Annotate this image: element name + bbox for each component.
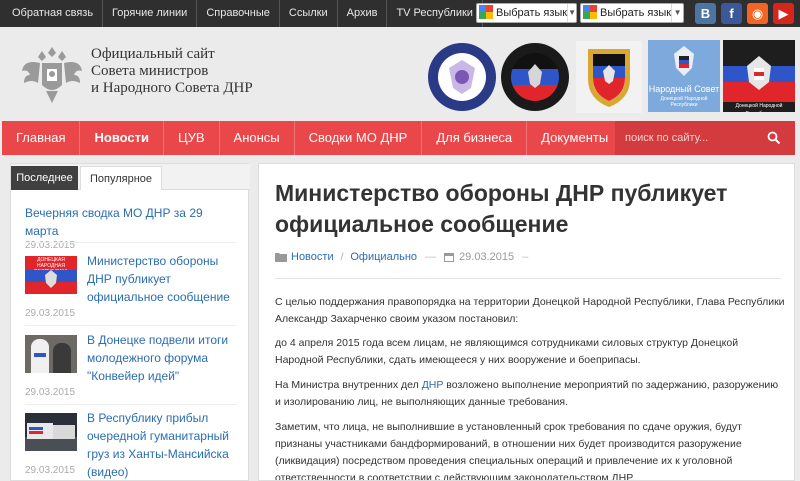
- article-meta: Новости / Официально — 29.03.2015 –: [275, 250, 536, 264]
- eagle-icon: [747, 56, 771, 90]
- chevron-down-icon: ▼: [567, 4, 576, 22]
- nav-item-home[interactable]: Главная: [2, 121, 81, 155]
- article-paragraph: С целью поддержания правопорядка на терр…: [275, 296, 785, 325]
- banner-shield[interactable]: [576, 41, 642, 113]
- top-bar: Обратная связь Горячие линии Справочные …: [0, 0, 800, 27]
- article-subcategory-link[interactable]: Официально: [350, 251, 417, 263]
- list-item: В Донецке подвели итоги молодежного фору…: [25, 331, 237, 403]
- site-header: Официальный сайт Совета министров и Наро…: [0, 27, 800, 121]
- google-icon: [583, 4, 597, 22]
- news-link[interactable]: Вечерняя сводка МО ДНР за 29 марта: [25, 204, 237, 240]
- youtube-icon[interactable]: ▶: [773, 3, 794, 24]
- banner-people-council-title: Народный Совет: [648, 84, 720, 94]
- top-link-archive[interactable]: Архив: [338, 0, 388, 27]
- news-thumbnail[interactable]: [25, 335, 77, 373]
- article-paragraph: Заметим, что лица, не выполнившие в уста…: [275, 421, 742, 481]
- language-selector-label: Выбрать язык: [496, 7, 568, 19]
- top-link-directory[interactable]: Справочные: [197, 0, 280, 27]
- folder-icon: [275, 253, 287, 262]
- top-link-feedback[interactable]: Обратная связь: [0, 0, 104, 27]
- eagle-icon: [45, 270, 57, 288]
- language-selector-label: Выбрать язык: [600, 7, 672, 19]
- paragraph-text: На Министра внутренних дел: [275, 379, 422, 391]
- list-item: Вечерняя сводка МО ДНР за 29 марта 29.03…: [25, 204, 237, 251]
- article-date: 29.03.2015: [459, 251, 515, 263]
- nav-item-announcements[interactable]: Анонсы: [220, 121, 295, 155]
- main-nav: Главная Новости ЦУВ Анонсы Сводки МО ДНР…: [2, 121, 795, 155]
- search-icon[interactable]: [767, 131, 781, 145]
- article-category-link[interactable]: Новости: [291, 251, 334, 263]
- coat-of-arms-icon[interactable]: [20, 41, 84, 107]
- divider: [25, 325, 237, 326]
- article-paragraph: На Министра внутренних дел ДНР возложено…: [275, 377, 785, 411]
- banner-people-council-subtitle: Донецкой Народной Республики: [660, 96, 708, 108]
- nav-item-business[interactable]: Для бизнеса: [422, 121, 528, 155]
- search-input[interactable]: [625, 130, 765, 146]
- news-date: 29.03.2015: [25, 308, 76, 319]
- vk-icon[interactable]: B: [695, 3, 716, 24]
- banner-republic-flag[interactable]: Донецкой Народной Республики: [723, 40, 795, 112]
- dnr-link[interactable]: ДНР: [422, 379, 444, 391]
- site-title-line: Официальный сайт: [91, 46, 215, 62]
- tab-latest[interactable]: Последнее: [11, 166, 78, 190]
- article: Министерство обороны ДНР публикует офици…: [258, 163, 795, 481]
- google-icon: [479, 4, 493, 22]
- news-link[interactable]: В Республику прибыл очередной гуманитарн…: [87, 409, 237, 481]
- article-title: Министерство обороны ДНР публикует офици…: [275, 180, 728, 237]
- tab-popular[interactable]: Популярное: [80, 166, 162, 190]
- top-link-hotlines[interactable]: Горячие линии: [103, 0, 198, 27]
- news-date: 29.03.2015: [25, 387, 76, 398]
- nav-item-mo-reports[interactable]: Сводки МО ДНР: [295, 121, 423, 155]
- separator: –: [522, 251, 529, 263]
- top-links: Обратная связь Горячие линии Справочные …: [0, 0, 483, 27]
- banner-republic-flag-caption: Донецкой Народной Республики: [735, 103, 783, 112]
- language-selector-1[interactable]: Выбрать язык ▼: [476, 3, 577, 23]
- nav-item-news[interactable]: Новости: [80, 121, 164, 155]
- news-link[interactable]: В Донецке подвели итоги молодежного фору…: [87, 331, 237, 385]
- separator: /: [340, 251, 344, 263]
- news-thumbnail[interactable]: [25, 413, 77, 451]
- divider: [275, 278, 781, 279]
- site-title[interactable]: Официальный сайт Совета министров и Наро…: [91, 46, 253, 97]
- site-title-line: Совета министров: [91, 63, 209, 79]
- list-item: В Республику прибыл очередной гуманитарн…: [25, 409, 237, 481]
- divider: [25, 404, 237, 405]
- site-title-line: и Народного Совета ДНР: [91, 80, 253, 96]
- facebook-icon[interactable]: f: [721, 3, 742, 24]
- flag-thumbnail-text: ДОНЕЦКАЯ НАРОДНАЯ РЕСПУБЛИКА: [25, 256, 77, 275]
- calendar-icon: [444, 253, 455, 262]
- divider: [25, 242, 237, 243]
- rss-icon[interactable]: ◉: [747, 3, 768, 24]
- sidebar: Последнее Популярное Вечерняя сводка МО …: [10, 163, 250, 481]
- separator: —: [425, 251, 437, 263]
- top-link-tv[interactable]: TV Республики: [387, 0, 483, 27]
- chevron-down-icon: ▼: [671, 4, 683, 22]
- news-thumbnail[interactable]: ДОНЕЦКАЯ НАРОДНАЯ РЕСПУБЛИКА: [25, 256, 77, 294]
- article-paragraph: до 4 апреля 2015 года всем лицам, не явл…: [275, 337, 739, 366]
- top-link-links[interactable]: Ссылки: [280, 0, 338, 27]
- banner-people-council[interactable]: Народный Совет Донецкой Народной Республ…: [648, 40, 720, 112]
- news-date: 29.03.2015: [25, 465, 76, 476]
- news-link[interactable]: Министерство обороны ДНР публикует офици…: [87, 252, 237, 306]
- sidebar-tabs: Последнее Популярное: [11, 164, 250, 190]
- list-item: ДОНЕЦКАЯ НАРОДНАЯ РЕСПУБЛИКА Министерств…: [25, 252, 237, 324]
- eagle-icon: [674, 46, 694, 76]
- banner-revenue-ministry[interactable]: [500, 42, 570, 112]
- nav-item-tsuv[interactable]: ЦУВ: [164, 121, 220, 155]
- banner-border-service[interactable]: [427, 42, 497, 112]
- language-selector-2[interactable]: Выбрать язык ▼: [580, 3, 684, 23]
- search-box: [615, 121, 795, 155]
- nav-item-documents[interactable]: Документы: [527, 121, 624, 155]
